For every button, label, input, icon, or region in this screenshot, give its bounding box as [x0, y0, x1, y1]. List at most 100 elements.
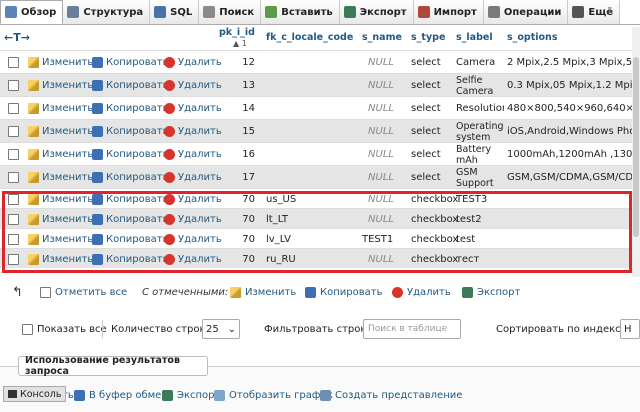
- row-delete-button[interactable]: Удалить: [164, 51, 222, 74]
- cell-s-name: NULL: [368, 149, 394, 160]
- table-row[interactable]: Изменить Копировать Удалить 15 NULL select Ope…: [0, 119, 632, 143]
- row-copy-button[interactable]: Копировать: [92, 249, 168, 269]
- cell-fk-c-locale-code: ru_RU: [266, 253, 296, 265]
- row-copy-button[interactable]: Копировать: [92, 209, 168, 229]
- table-row[interactable]: Изменить Копировать Удалить 12 NULL select Cam…: [0, 50, 632, 73]
- bulk-export-button[interactable]: Экспорт: [462, 283, 520, 301]
- row-delete-button[interactable]: Удалить: [164, 120, 222, 143]
- display-chart-link[interactable]: Отобразить график: [214, 386, 333, 404]
- cell-s-type: select: [411, 126, 441, 137]
- vertical-scrollbar[interactable]: [632, 27, 640, 277]
- row-copy-button[interactable]: Копировать: [92, 189, 168, 209]
- show-all-checkbox[interactable]: [22, 323, 33, 335]
- bulk-copy-button[interactable]: Копировать: [305, 283, 382, 301]
- tab-6[interactable]: Импорт: [413, 0, 484, 24]
- row-edit-button[interactable]: Изменить: [28, 189, 93, 209]
- table-icon: [5, 6, 17, 18]
- table-row[interactable]: Изменить Копировать Удалить 16 NULL select Bat…: [0, 142, 632, 166]
- table-row[interactable]: Изменить Копировать Удалить 70 lt_LT NULL chec…: [0, 208, 632, 228]
- bulk-edit-button[interactable]: Изменить: [230, 283, 296, 301]
- tab-0[interactable]: Обзор: [0, 0, 64, 24]
- cell-pk-i-id: 13: [242, 80, 255, 91]
- row-copy-button[interactable]: Копировать: [92, 166, 168, 189]
- row-checkbox[interactable]: [8, 166, 19, 189]
- tab-label: Ещё: [588, 6, 614, 18]
- tab-7[interactable]: Операции: [483, 0, 569, 24]
- filter-input[interactable]: Поиск в таблице: [363, 319, 461, 339]
- sort-select[interactable]: Н: [620, 319, 640, 339]
- row-copy-button[interactable]: Копировать: [92, 229, 168, 249]
- copy-icon: [92, 149, 103, 160]
- row-checkbox[interactable]: [8, 51, 19, 74]
- row-checkbox[interactable]: [8, 143, 19, 166]
- row-copy-button[interactable]: Копировать: [92, 74, 168, 97]
- export-link[interactable]: Экспорт: [162, 386, 220, 404]
- table-row[interactable]: Изменить Копировать Удалить 70 us_US NULL chec…: [0, 188, 632, 208]
- table-row[interactable]: Изменить Копировать Удалить 70 ru_RU NULL chec…: [0, 248, 632, 268]
- row-copy-button[interactable]: Копировать: [92, 120, 168, 143]
- tab-8[interactable]: Ещё: [568, 0, 621, 24]
- row-edit-button[interactable]: Изменить: [28, 120, 93, 143]
- sort-value: Н: [624, 323, 632, 335]
- tab-5[interactable]: Экспорт: [339, 0, 414, 24]
- row-delete-button[interactable]: Удалить: [164, 97, 222, 120]
- bulk-delete-button[interactable]: Удалить: [392, 283, 451, 301]
- tab-4[interactable]: Вставить: [261, 0, 340, 24]
- table-row[interactable]: Изменить Копировать Удалить 14 NULL select Res…: [0, 96, 632, 119]
- row-delete-button[interactable]: Удалить: [164, 209, 222, 229]
- row-copy-button[interactable]: Копировать: [92, 97, 168, 120]
- table-row[interactable]: Изменить Копировать Удалить 17 NULL select GSM…: [0, 165, 632, 189]
- row-edit-button[interactable]: Изменить: [28, 229, 93, 249]
- table-row[interactable]: Изменить Копировать Удалить 13 NULL select Sel…: [0, 73, 632, 97]
- row-checkbox[interactable]: [8, 74, 19, 97]
- row-delete-button[interactable]: Удалить: [164, 249, 222, 269]
- check-all-checkbox[interactable]: [40, 286, 51, 298]
- copy-to-clipboard-link[interactable]: В буфер обмена: [74, 386, 174, 404]
- row-edit-button[interactable]: Изменить: [28, 143, 93, 166]
- table-row[interactable]: Изменить Копировать Удалить 70 lv_LV TEST1 che…: [0, 228, 632, 248]
- row-edit-button[interactable]: Изменить: [28, 209, 93, 229]
- row-edit-button[interactable]: Изменить: [28, 51, 93, 74]
- delete-label: Удалить: [178, 233, 222, 245]
- copy-label: Копировать: [106, 57, 169, 68]
- row-edit-button[interactable]: Изменить: [28, 166, 93, 189]
- row-edit-button[interactable]: Изменить: [28, 97, 93, 120]
- row-checkbox[interactable]: [8, 120, 19, 143]
- cell-pk-i-id: 14: [242, 103, 255, 114]
- row-edit-button[interactable]: Изменить: [28, 249, 93, 269]
- pencil-icon: [28, 193, 39, 205]
- delete-label: Удалить: [178, 149, 222, 160]
- chevron-down-icon: [572, 6, 585, 18]
- row-delete-button[interactable]: Удалить: [164, 143, 222, 166]
- row-delete-button[interactable]: Удалить: [164, 166, 222, 189]
- cell-s-label: test: [456, 233, 476, 245]
- console-button[interactable]: Консоль: [3, 386, 67, 402]
- row-checkbox[interactable]: [8, 189, 19, 209]
- edit-label: Изменить: [42, 126, 94, 137]
- row-checkbox[interactable]: [8, 249, 19, 269]
- row-delete-button[interactable]: Удалить: [164, 229, 222, 249]
- pencil-icon: [28, 233, 39, 245]
- tab-2[interactable]: SQL: [150, 0, 200, 24]
- tab-3[interactable]: Поиск: [199, 0, 262, 24]
- pencil-icon: [230, 286, 241, 298]
- tab-1[interactable]: Структура: [63, 0, 151, 24]
- with-selected-label: С отмеченными:: [142, 286, 229, 298]
- check-all[interactable]: Отметить все: [40, 283, 127, 301]
- row-delete-button[interactable]: Удалить: [164, 189, 222, 209]
- edit-label: Изменить: [42, 57, 94, 68]
- row-checkbox[interactable]: [8, 97, 19, 120]
- row-count-select[interactable]: 25 ⌄: [202, 319, 240, 339]
- row-checkbox[interactable]: [8, 229, 19, 249]
- query-results-legend: Использование результатов запроса: [18, 355, 208, 377]
- create-view-link[interactable]: Создать представление: [320, 386, 462, 404]
- cell-s-options: 1000mAh,1200mAh ,1300mAh: [507, 149, 632, 160]
- show-all[interactable]: Показать все: [22, 320, 107, 338]
- sql-icon: [154, 6, 167, 18]
- row-copy-button[interactable]: Копировать: [92, 51, 168, 74]
- row-copy-button[interactable]: Копировать: [92, 143, 168, 166]
- row-checkbox[interactable]: [8, 209, 19, 229]
- cell-s-label: TEST3: [456, 193, 488, 205]
- row-delete-button[interactable]: Удалить: [164, 74, 222, 97]
- row-edit-button[interactable]: Изменить: [28, 74, 93, 97]
